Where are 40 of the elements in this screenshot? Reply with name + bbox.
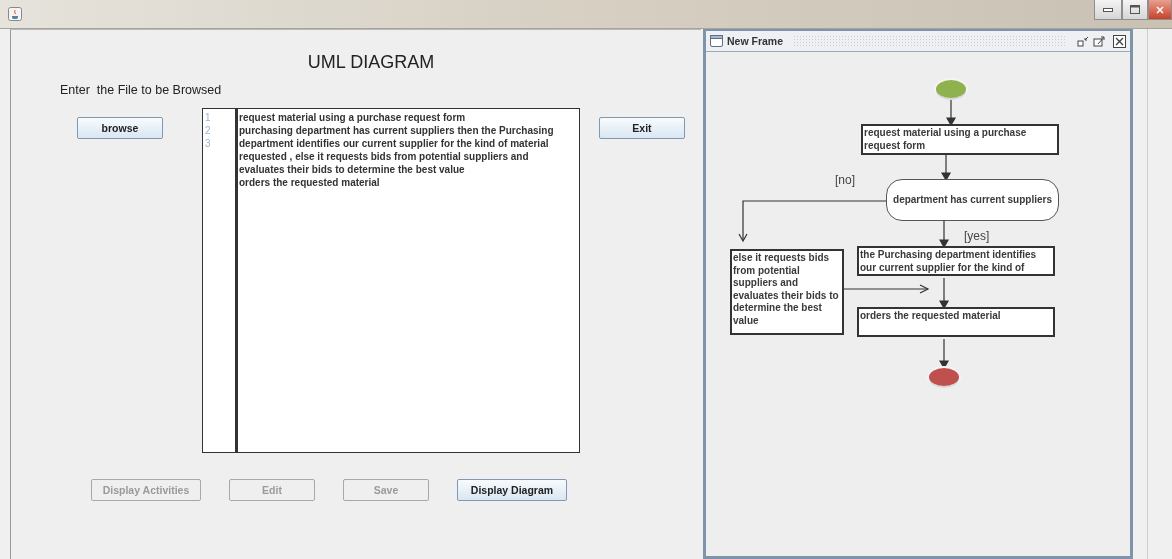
file-label: Enter the File to be Browsed xyxy=(60,83,223,97)
flow-arrow xyxy=(940,154,952,182)
minimize-button[interactable] xyxy=(1094,0,1122,20)
flow-arrow xyxy=(945,98,957,127)
guard-label: [no] xyxy=(835,173,855,187)
line-number: 2 xyxy=(204,124,212,137)
action-button[interactable]: Display Diagram xyxy=(457,479,567,501)
flow-arrow xyxy=(938,277,950,310)
end-node xyxy=(929,368,959,386)
activity-node: orders the requested material xyxy=(857,307,1055,337)
activity-node: request material using a purchase request form xyxy=(861,124,1059,155)
text-line: requested , else it requests bids from potential suppliers and xyxy=(238,150,530,163)
text-area[interactable] xyxy=(236,108,580,453)
java-cup-icon xyxy=(8,7,22,21)
maximize-button[interactable] xyxy=(1122,0,1148,20)
activity-node: the Purchasing department identifies our current supplier for the kind of xyxy=(857,246,1055,276)
text-line: purchasing department has current suppliers then the Purchasing xyxy=(238,124,555,137)
text-line: request material using a purchase request form xyxy=(238,111,467,124)
text-line: department identifies our current supplier for the kind of material xyxy=(238,137,550,150)
frame-title: New Frame xyxy=(727,35,784,47)
maximize-icon[interactable] xyxy=(1093,35,1105,47)
line-number: 1 xyxy=(204,111,212,124)
exit-button[interactable]: Exit xyxy=(599,117,685,139)
text-line: evaluates their bids to determine the best value xyxy=(238,163,466,176)
line-number: 3 xyxy=(204,137,212,150)
heading: UML DIAGRAM xyxy=(306,52,436,73)
start-node xyxy=(936,80,966,98)
text-line: orders the requested material xyxy=(238,176,381,189)
close-icon xyxy=(1156,5,1164,14)
flow-arrow xyxy=(938,220,950,249)
maximize-icon xyxy=(1130,5,1140,14)
browse-button[interactable]: browse xyxy=(77,117,163,139)
activity-node: else it requests bids from potential suppliers and evaluates their bids to determine the best value xyxy=(730,249,844,335)
close-icon[interactable] xyxy=(1113,34,1126,48)
iconify-icon[interactable] xyxy=(1077,35,1089,47)
close-button[interactable] xyxy=(1148,0,1172,20)
guard-label: [yes] xyxy=(964,229,990,243)
decision-node: department has current suppliers xyxy=(886,179,1059,221)
minimize-icon xyxy=(1103,7,1113,12)
window-icon xyxy=(710,35,723,47)
